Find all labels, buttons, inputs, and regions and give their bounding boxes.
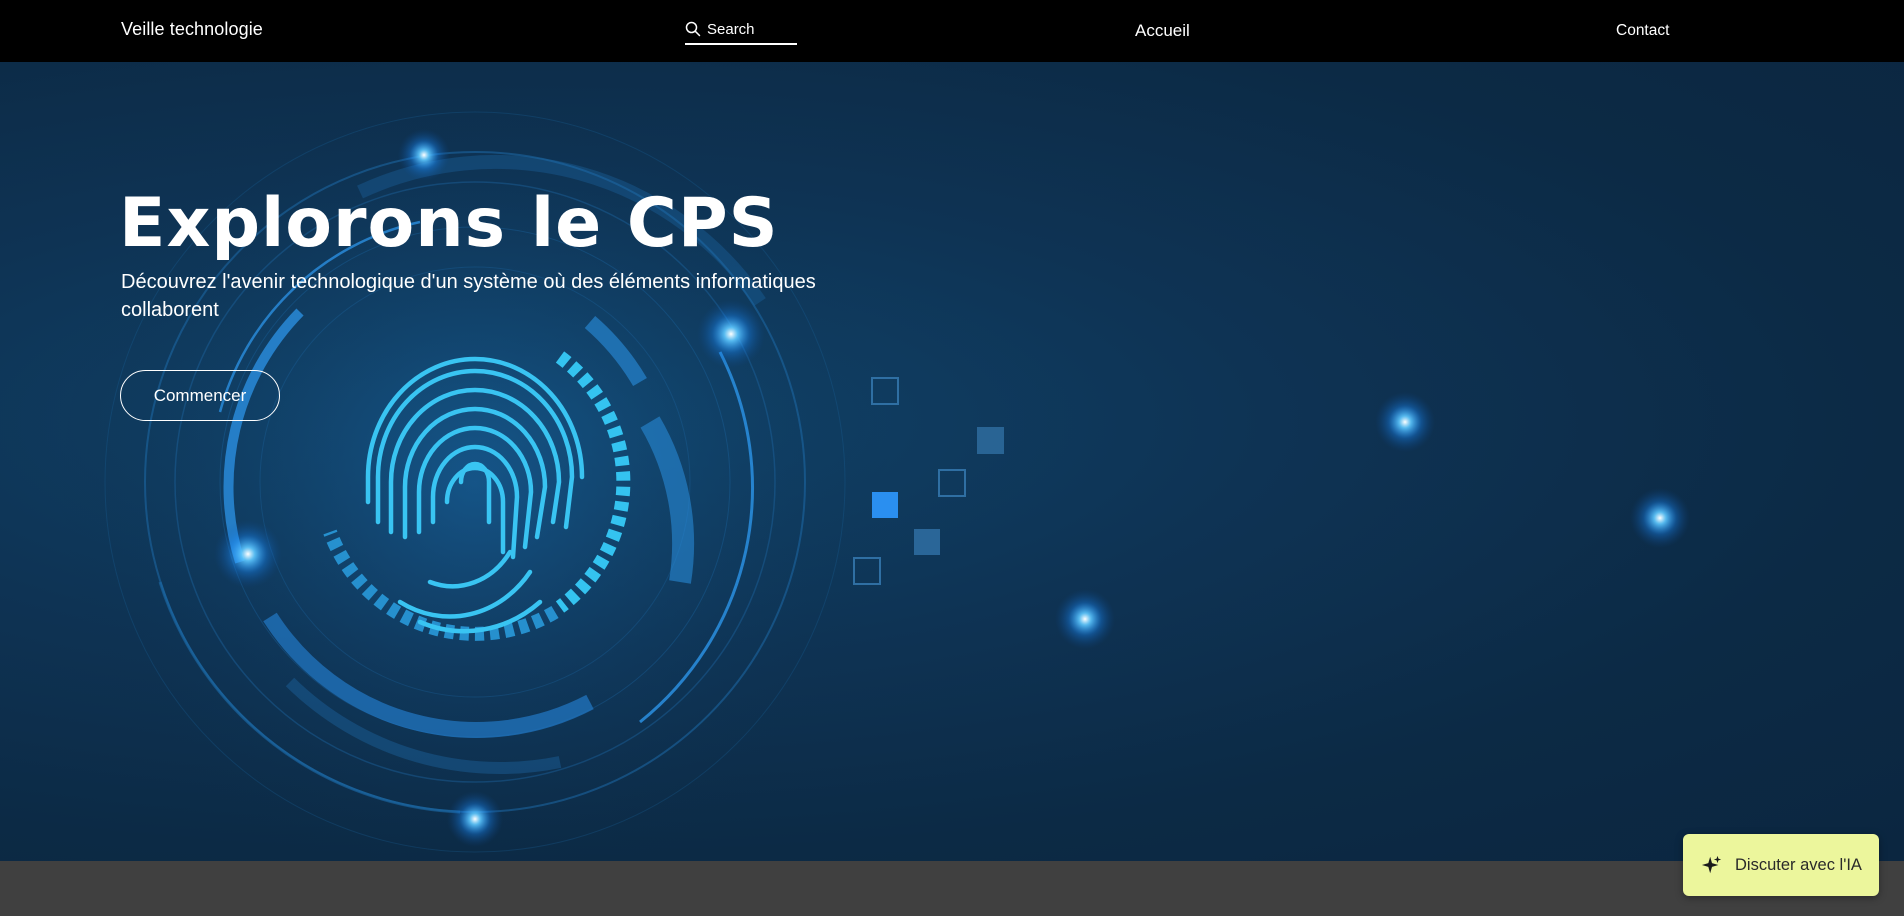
fingerprint-circuit-illustration xyxy=(55,62,1690,861)
start-button[interactable]: Commencer xyxy=(120,370,280,421)
ai-chat-button[interactable]: Discuter avec l'IA xyxy=(1683,834,1879,896)
hero-section: Explorons le CPS Découvrez l'avenir tech… xyxy=(0,62,1904,861)
search-box[interactable] xyxy=(685,18,797,45)
site-header: Veille technologie Accueil Contact xyxy=(0,0,1904,62)
site-title-link[interactable]: Veille technologie xyxy=(121,19,263,40)
next-section-strip xyxy=(0,861,1904,916)
search-icon xyxy=(685,21,701,37)
nav-link-accueil[interactable]: Accueil xyxy=(1135,21,1190,41)
hero-subtitle: Découvrez l'avenir technologique d'un sy… xyxy=(121,271,816,321)
search-input[interactable] xyxy=(707,18,793,40)
hero-title: Explorons le CPS xyxy=(119,184,779,263)
sparkle-icon xyxy=(1701,855,1722,874)
nav-link-contact[interactable]: Contact xyxy=(1616,22,1669,40)
ai-chat-label: Discuter avec l'IA xyxy=(1735,855,1862,874)
